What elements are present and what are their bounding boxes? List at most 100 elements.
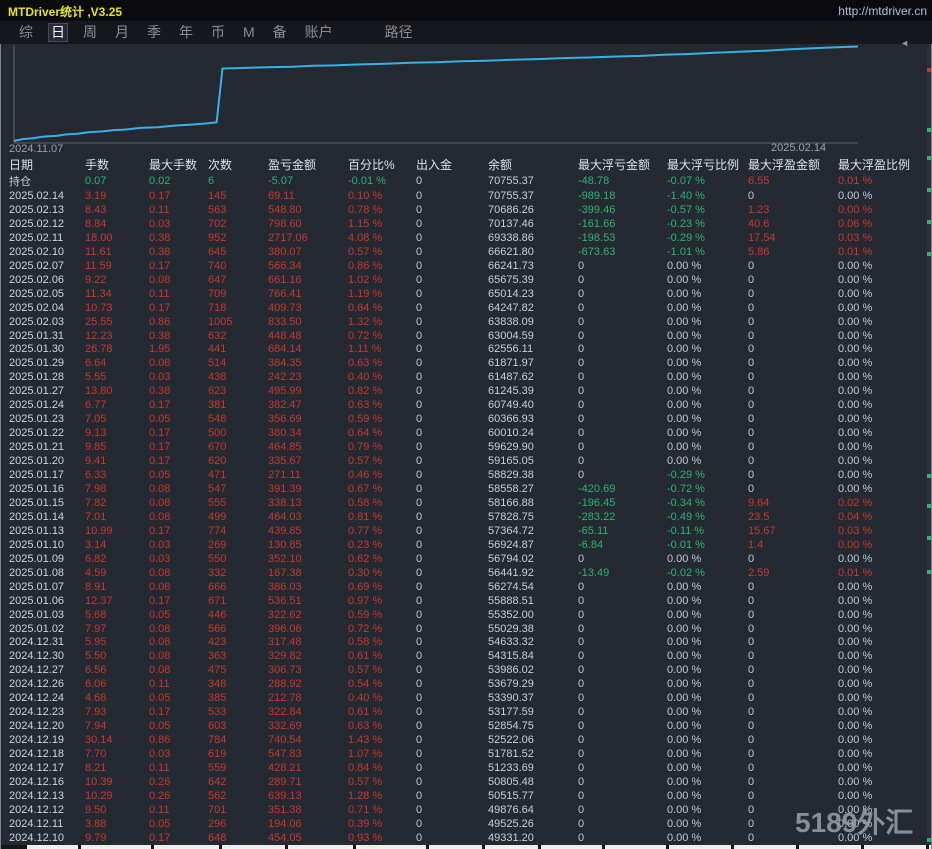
table-row[interactable]: 2025.02.10 11.61 0.38 645 380.07 0.57 % 0 66621… [1,245,927,259]
table-row[interactable]: 2025.01.13 10.99 0.17 774 439.85 0.77 % 0 57364… [1,524,927,538]
table-row[interactable]: 2025.01.28 5.55 0.03 438 242.23 0.40 % 0 61487.… [1,370,927,384]
cell: 0 [416,831,423,844]
website-link[interactable]: http://mtdriver.cn [838,4,927,18]
cell: 0.01 % [838,175,873,187]
cell: 0.00 % [838,441,873,454]
cell: 0.00 % [667,357,702,370]
table-row[interactable]: 2025.01.03 5.68 0.05 446 322.62 0.59 % 0 55352.… [1,608,927,622]
table-row[interactable]: 2025.02.13 8.43 0.11 563 548.80 0.78 % 0 70686.… [1,203,927,217]
cell: 1.43 % [348,734,383,747]
cell: 2024.12.20 [9,720,65,733]
menu-item-备[interactable]: 备 [271,24,289,41]
cell: -48.78 [578,175,610,187]
menu-item-综[interactable]: 综 [17,24,35,41]
cell: 0 [748,734,755,747]
menu-item-年[interactable]: 年 [177,24,195,41]
menu-item-周[interactable]: 周 [81,24,99,41]
cell: 0.00 % [838,413,873,426]
table-row[interactable]: 2025.02.14 3.19 0.17 145 69.11 0.10 % 0 70755.3… [1,189,927,203]
table-row[interactable]: 2025.02.11 18.00 0.38 952 2717.06 4.08 % 0 6933… [1,231,927,245]
cell: 0 [748,608,755,621]
menu-item-path[interactable]: 路径 [383,24,415,41]
table-row[interactable]: 2025.01.15 7.82 0.08 555 338.13 0.58 % 0 58166.… [1,496,927,510]
table-row[interactable]: 2024.12.11 3.88 0.05 296 194.06 0.39 % 0 49525.… [1,817,927,831]
table-row[interactable]: 2024.12.26 6.06 0.11 348 288.92 0.54 % 0 53679.… [1,677,927,691]
table-row[interactable]: 2024.12.18 7.70 0.03 619 547.83 1.07 % 0 51781.… [1,747,927,761]
table-row[interactable]: 2025.01.14 7.01 0.08 499 464.03 0.81 % 0 57828.… [1,510,927,524]
scroll-tick [927,156,931,160]
menu-item-M[interactable]: M [241,24,257,41]
cell: 0 [748,650,755,663]
cell: 0.11 [149,762,170,775]
table-row[interactable]: 2025.02.06 9.22 0.08 647 661.16 1.02 % 0 65675.… [1,273,927,287]
cell: 58558.27 [488,482,534,495]
table-row[interactable]: 2025.02.05 11.34 0.11 709 766.41 1.19 % 0 65014… [1,287,927,301]
table-row[interactable]: 2025.02.07 11.59 0.17 740 566.34 0.86 % 0 66241… [1,259,927,273]
table-row[interactable]: 2024.12.13 10.29 0.26 562 639.13 1.28 % 0 50515… [1,789,927,803]
table-row[interactable]: 2025.01.22 9.13 0.17 500 380.34 0.64 % 0 60010.… [1,426,927,440]
scroll-tick [927,252,931,256]
table-row[interactable]: 2025.01.29 6.64 0.08 514 384.35 0.63 % 0 61871.… [1,356,927,370]
menu-item-季[interactable]: 季 [145,24,163,41]
cell: 0.00 % [667,734,702,747]
cell: 0.26 [149,776,171,788]
cell: 0.00 % [838,329,873,342]
cell: -0.02 % [667,566,705,579]
cell: 0 [416,259,423,272]
table-row[interactable]: 2025.01.31 12.23 0.38 632 448.48 0.72 % 0 63004… [1,329,927,343]
table-row[interactable]: 2024.12.31 5.95 0.08 423 317.48 0.58 % 0 54633.… [1,636,927,650]
cell: 0.00 % [838,762,873,775]
table-row[interactable]: 2025.01.09 6.82 0.03 550 352.10 0.62 % 0 56794.… [1,552,927,566]
table-row[interactable]: 2025.01.20 9.41 0.17 620 335.67 0.57 % 0 59165.… [1,454,927,468]
menu-item-账户[interactable]: 账户 [303,24,335,41]
cell: -0.11 % [667,524,705,537]
table-row[interactable]: 2025.01.21 9.85 0.17 670 464.85 0.79 % 0 59629.… [1,440,927,454]
table-row[interactable]: 2025.01.02 7.97 0.08 566 396.06 0.72 % 0 55029.… [1,622,927,636]
collapse-arrow-icon[interactable]: ◄ [900,38,909,48]
cell: 0.00 % [667,817,702,830]
position-row[interactable]: 持仓 0.07 0.02 6 -5.07 -0.01 % 0 70755.37 -48.78 -0… [1,173,927,189]
table-row[interactable]: 2024.12.17 8.21 0.11 559 428.21 0.84 % 0 51233.… [1,761,927,775]
cell: 0 [416,189,423,202]
table-row[interactable]: 2025.01.17 6.33 0.05 471 271.11 0.46 % 0 58829.… [1,468,927,482]
menu-item-日[interactable]: 日 [48,23,68,42]
table-row[interactable]: 2025.01.07 8.91 0.08 666 386.03 0.69 % 0 56274.… [1,580,927,594]
cell: 持仓 [9,176,31,188]
menu-item-月[interactable]: 月 [113,24,131,41]
table-row[interactable]: 2025.01.16 7.98 0.08 547 391.39 0.67 % 0 58558.… [1,482,927,496]
table-row[interactable]: 2024.12.30 5.50 0.08 363 329.82 0.61 % 0 54315.… [1,649,927,663]
cell: 65014.23 [488,287,534,300]
table-row[interactable]: 2025.02.03 25.55 0.86 1005 833.50 1.32 % 0 6383… [1,315,927,329]
vertical-scrollbar[interactable] [927,44,931,845]
table-row[interactable]: 2024.12.23 7.93 0.17 533 322.84 0.61 % 0 53177.… [1,705,927,719]
table-row[interactable]: 2025.01.10 3.14 0.03 269 130.85 0.23 % 0 56924.… [1,538,927,552]
table-row[interactable]: 2024.12.19 30.14 0.86 784 740.54 1.43 % 0 52522… [1,733,927,747]
menu-item-币[interactable]: 币 [209,24,227,41]
cell: 0 [578,789,585,802]
cell: 0 [578,399,585,412]
table-row[interactable]: 2025.01.08 4.59 0.08 332 167.38 0.30 % 0 56441.… [1,566,927,580]
cell: 9.79 [85,831,107,844]
table-row[interactable]: 2024.12.20 7.94 0.05 603 332.69 0.63 % 0 52854.… [1,719,927,733]
cell: 0.08 [149,622,171,635]
table-row[interactable]: 2024.12.27 6.56 0.08 475 306.73 0.57 % 0 53986.… [1,663,927,677]
cell: 0.86 [149,315,171,328]
table-row[interactable]: 2024.12.12 9.50 0.11 701 351.38 0.71 % 0 49876.… [1,803,927,817]
cell: 0.00 % [838,538,873,551]
table-row[interactable]: 2025.01.24 6.77 0.17 381 382.47 0.63 % 0 60749.… [1,398,927,412]
table-row[interactable]: 2025.01.30 26.78 1.95 441 684.14 1.11 % 0 62556… [1,342,927,356]
cell: 0.00 % [667,622,702,635]
table-row[interactable]: 2024.12.10 9.79 0.17 648 454.05 0.93 % 0 49331.… [1,831,927,845]
table-row[interactable]: 2024.12.16 10.39 0.26 642 289.71 0.57 % 0 50805… [1,775,927,789]
table-row[interactable]: 2025.01.23 7.05 0.05 548 356.69 0.59 % 0 60366.… [1,412,927,426]
table-row[interactable]: 2025.02.12 8.84 0.03 702 798.60 1.15 % 0 70137.… [1,217,927,231]
table-row[interactable]: 2025.01.06 12.37 0.17 671 536.51 0.97 % 0 55888… [1,594,927,608]
cell: 3.19 [85,189,107,202]
cell: 53986.02 [488,664,534,677]
table-row[interactable]: 2024.12.24 4.68 0.05 385 212.78 0.40 % 0 53390.… [1,691,927,705]
table-row[interactable]: 2025.02.04 10.73 0.17 718 409.73 0.64 % 0 64247… [1,301,927,315]
table-row[interactable]: 2025.01.27 13.80 0.38 623 495.99 0.82 % 0 61245… [1,384,927,398]
cell: 0 [578,762,585,775]
cell: 547 [208,482,227,495]
cell: 670 [208,441,227,454]
